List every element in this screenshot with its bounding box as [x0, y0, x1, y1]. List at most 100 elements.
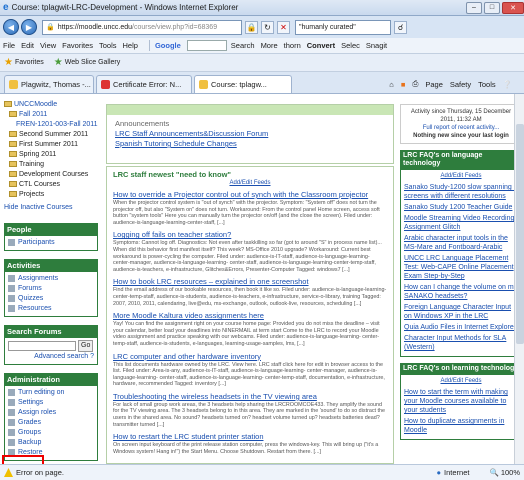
tree-item-development[interactable]: Development Courses [4, 170, 98, 180]
close-button[interactable]: ✕ [502, 1, 524, 14]
refresh-icon[interactable]: ↻ [261, 20, 274, 34]
security-lock-icon[interactable]: 🔒 [245, 20, 258, 34]
faq-link[interactable]: Foreign Language Character Input on Wind… [404, 303, 518, 321]
warning-icon[interactable] [4, 468, 13, 477]
backup-link[interactable]: Backup [8, 438, 94, 448]
tree-root[interactable]: UNCCMoodle [4, 100, 98, 110]
thorn-button[interactable]: thorn [284, 41, 301, 50]
recent-activity-block: Activity since Thursday, 15 December 201… [400, 104, 522, 144]
feed-item-title[interactable]: Troubleshooting the wireless headsets in… [113, 392, 317, 401]
tree-item-fren[interactable]: FREN-1201-003-Fall 2011 [4, 120, 98, 130]
google-search-input[interactable] [186, 40, 227, 51]
add-edit-feeds-link[interactable]: Add/Edit Feeds [404, 172, 518, 181]
faq-link[interactable]: UNCC LRC Language Placement Test: Web-CA… [404, 254, 518, 281]
tree-item-first-summer[interactable]: First Summer 2011 [4, 140, 98, 150]
announcements-link[interactable]: Announcements [115, 119, 385, 129]
status-text[interactable]: Error on page. [16, 468, 64, 477]
tree-item-projects[interactable]: Projects [4, 190, 98, 200]
assign-roles-link[interactable]: Assign roles [8, 408, 94, 418]
menu-file[interactable]: File [3, 41, 15, 50]
select-button[interactable]: Selec [341, 41, 360, 50]
turn-editing-link[interactable]: Turn editing on [8, 388, 94, 398]
maximize-button[interactable]: □ [484, 1, 500, 14]
google-search-button[interactable]: Search [231, 41, 255, 50]
feeds-icon[interactable]: ■ [401, 80, 406, 89]
menu-tools[interactable]: Tools [99, 41, 117, 50]
forum-search-input[interactable] [8, 341, 76, 351]
participants-link[interactable]: Participants [8, 238, 94, 248]
faq-link[interactable]: How to duplicate assignments in Moodle [404, 417, 518, 435]
hide-inactive-link[interactable]: Hide Inactive Courses [4, 203, 98, 213]
staff-forum-link[interactable]: LRC Staff Announcements&Discussion Forum [115, 129, 385, 139]
help-icon[interactable]: ❔ [503, 80, 512, 89]
search-forums-title: Search Forums [4, 325, 98, 338]
feed-item-title[interactable]: More Moodle Kaltura video assignments he… [113, 311, 264, 320]
zoom-level[interactable]: 100% [501, 468, 520, 477]
faq-link[interactable]: How can I change the volume on my SANAKO… [404, 283, 518, 301]
snagit-button[interactable]: Snagit [366, 41, 387, 50]
zoom-icon[interactable]: 🔍 [489, 468, 498, 477]
tools-menu[interactable]: Tools [478, 80, 496, 89]
more-button[interactable]: More [261, 41, 278, 50]
page-menu[interactable]: Page [425, 80, 443, 89]
menu-favorites[interactable]: Favorites [62, 41, 93, 50]
search-icon[interactable]: ☌ [394, 20, 407, 34]
home-icon[interactable]: ⌂ [389, 80, 394, 89]
feed-item-title[interactable]: How to restart the LRC student printer s… [113, 432, 264, 441]
advanced-search-link[interactable]: Advanced search [34, 353, 88, 360]
safety-menu[interactable]: Safety [450, 80, 471, 89]
settings-link[interactable]: Settings [8, 398, 94, 408]
tree-item-fall[interactable]: Fall 2011 [4, 110, 98, 120]
resources-link[interactable]: Resources [8, 304, 94, 314]
feed-item-title[interactable]: How to override a Projector control out … [113, 190, 368, 199]
tab-certificate-error[interactable]: Certificate Error: N... [96, 75, 192, 93]
assignments-link[interactable]: Assignments [8, 274, 94, 284]
tree-item-second-summer[interactable]: Second Summer 2011 [4, 130, 98, 140]
forward-button[interactable]: ▶ [21, 19, 37, 35]
minimize-button[interactable]: – [466, 1, 482, 14]
menu-view[interactable]: View [40, 41, 56, 50]
stop-icon[interactable]: ✕ [277, 20, 290, 34]
forums-link[interactable]: Forums [8, 284, 94, 294]
folder-icon [9, 131, 17, 138]
menu-help[interactable]: Help [123, 41, 138, 50]
faq-link[interactable]: Sanako Study-1200 slow spanning 2 screen… [404, 183, 518, 201]
vertical-scrollbar[interactable] [514, 94, 524, 464]
faq-link[interactable]: How to start the term with making your M… [404, 388, 518, 415]
center-column: Announcements LRC Staff Announcements&Di… [106, 94, 394, 464]
full-report-link[interactable]: Full report of recent activity... [423, 125, 500, 131]
add-edit-feeds-link[interactable]: Add/Edit Feeds [404, 377, 518, 386]
faq-link[interactable]: Arabic character input tools in the MS-M… [404, 234, 518, 252]
activities-block-title: Activities [4, 259, 98, 272]
go-button[interactable]: Go [78, 340, 94, 352]
feed-item-title[interactable]: LRC computer and other hardware inventor… [113, 352, 261, 361]
add-favorite-icon[interactable]: ★ [54, 57, 63, 68]
feed-item-title[interactable]: How to book LRC resources – explained in… [113, 277, 309, 286]
faq-link[interactable]: Quia Audio Files in Internet Explorer [404, 323, 518, 332]
print-icon[interactable]: ⎙ [412, 79, 418, 89]
faq-link[interactable]: Sanako Study 1200 Teacher Guide [404, 203, 518, 212]
add-edit-feeds-link[interactable]: Add/Edit Feeds [113, 180, 387, 186]
web-slice-gallery-link[interactable]: Web Slice Gallery [65, 59, 121, 66]
tab-course[interactable]: Course: tplagw... [194, 75, 292, 93]
groups-link[interactable]: Groups [8, 428, 94, 438]
tab-plagwitz[interactable]: Plagwitz, Thomas -... [4, 75, 94, 93]
help-icon[interactable]: ? [88, 353, 94, 360]
convert-button[interactable]: Convert [307, 41, 335, 50]
back-button[interactable]: ◀ [3, 19, 19, 35]
tree-item-ctl[interactable]: CTL Courses [4, 180, 98, 190]
tree-item-spring[interactable]: Spring 2011 [4, 150, 98, 160]
quizzes-link[interactable]: Quizzes [8, 294, 94, 304]
faq-link[interactable]: Character Input Methods for SLA (Western… [404, 334, 518, 352]
menu-edit[interactable]: Edit [21, 41, 34, 50]
favorites-button[interactable]: Favorites [15, 59, 44, 66]
url-field[interactable]: 🔒 https://moodle.uncc.edu /course/view.p… [42, 19, 242, 35]
grades-link[interactable]: Grades [8, 418, 94, 428]
scrollbar-thumb[interactable] [516, 124, 524, 344]
tree-item-training[interactable]: Training [4, 160, 98, 170]
spanish-schedule-link[interactable]: Spanish Tutoring Schedule Changes [115, 139, 385, 149]
feed-item-title[interactable]: Logging off fails on teacher station? [113, 230, 231, 239]
faq-link[interactable]: Moodle Streaming Video Recording Assignm… [404, 214, 518, 232]
favorites-star-icon[interactable]: ★ [4, 57, 13, 68]
search-input[interactable]: "humanly curated" [295, 19, 391, 35]
